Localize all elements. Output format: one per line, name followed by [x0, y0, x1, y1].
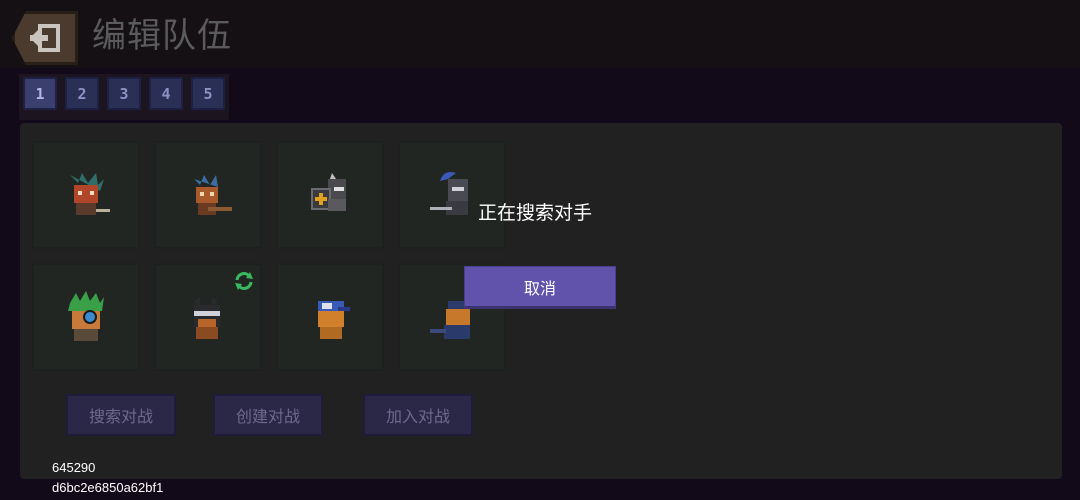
tab-team-2[interactable]: 2: [65, 77, 99, 110]
character-slot-5[interactable]: [32, 263, 140, 371]
tab-team-1[interactable]: 1: [23, 77, 57, 110]
join-battle-button[interactable]: 加入对战: [363, 394, 473, 436]
crossbow-hunter-character: [194, 175, 232, 215]
top-bar: 编辑队伍: [0, 0, 1080, 68]
character-slot-2[interactable]: [154, 141, 262, 249]
armored-knight-with-shield-character: [311, 173, 346, 211]
character-slot-1[interactable]: [32, 141, 140, 249]
cap-wearing-kid-character: [318, 301, 350, 339]
plumed-knight-character: [430, 172, 468, 215]
character-slot-3[interactable]: [276, 141, 384, 249]
character-slot-4[interactable]: [398, 141, 506, 249]
exit-door-icon: [30, 24, 60, 52]
back-button[interactable]: [12, 11, 78, 65]
debug-id-line-1: 645290: [52, 460, 96, 475]
search-battle-button[interactable]: 搜索对战: [66, 394, 176, 436]
tab-team-5[interactable]: 5: [191, 77, 225, 110]
create-battle-button[interactable]: 创建对战: [213, 394, 323, 436]
character-slot-6[interactable]: [154, 263, 262, 371]
tab-team-4[interactable]: 4: [149, 77, 183, 110]
searching-opponent-text: 正在搜索对手: [478, 202, 593, 224]
refresh-icon[interactable]: [232, 269, 256, 293]
green-haired-engineer-character: [68, 291, 104, 341]
cancel-button[interactable]: 取消: [464, 266, 616, 309]
feathered-rogue-character: [70, 173, 110, 215]
ninja-character: [194, 297, 220, 339]
debug-id-line-2: d6bc2e6850a62bf1: [52, 480, 164, 495]
team-tabs: 1 2 3 4 5: [19, 74, 229, 120]
tab-team-3[interactable]: 3: [107, 77, 141, 110]
page-title: 编辑队伍: [92, 16, 232, 56]
character-slot-7[interactable]: [276, 263, 384, 371]
